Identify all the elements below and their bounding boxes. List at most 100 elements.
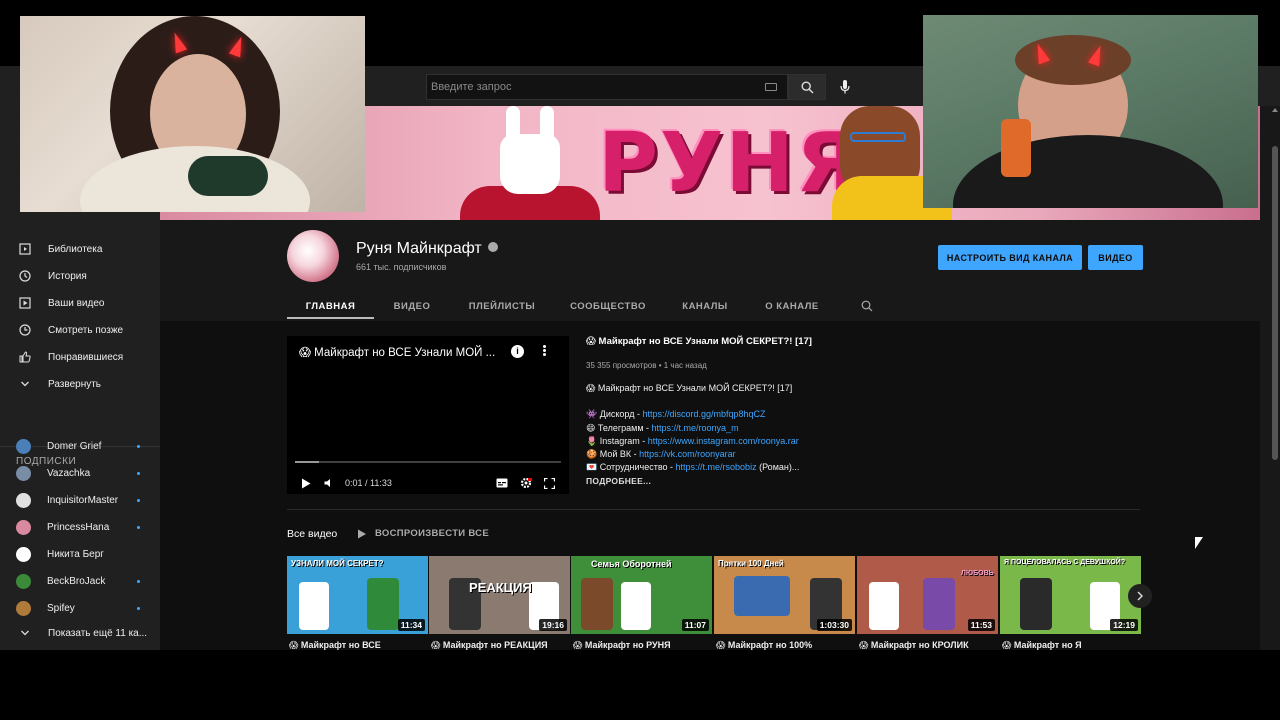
- emoji: 💌: [586, 462, 598, 473]
- sidebar-item-your-videos[interactable]: Ваши видео: [0, 290, 160, 316]
- voice-search-button[interactable]: [834, 76, 856, 98]
- subscription-item[interactable]: BeckBroJack: [0, 568, 160, 594]
- subscription-name: Никита Берг: [47, 548, 104, 560]
- new-content-dot: [137, 526, 140, 529]
- volume-icon: [324, 479, 330, 487]
- tab-playlists[interactable]: ПЛЕЙЛИСТЫ: [457, 292, 547, 320]
- vk-link[interactable]: https://vk.com/roonyarar: [639, 449, 736, 459]
- customize-channel-button[interactable]: НАСТРОИТЬ ВИД КАНАЛА: [938, 245, 1082, 270]
- video-title[interactable]: 😱 Майкрафт но Я: [1002, 640, 1082, 650]
- stream-frame: Библиотека История Ваши видео Смотреть п…: [0, 0, 1280, 720]
- subscription-item[interactable]: Никита Берг: [0, 541, 160, 567]
- sidebar-item-label: Развернуть: [48, 378, 102, 390]
- fullscreen-button[interactable]: [544, 476, 555, 490]
- featured-video-title[interactable]: 😱 Майкрафт но ВСЕ Узнали МОЙ СЕКРЕТ?! [1…: [586, 336, 812, 347]
- featured-video-description: 😱 Майкрафт но ВСЕ Узнали МОЙ СЕКРЕТ?! [1…: [586, 382, 1126, 475]
- tab-search[interactable]: [857, 292, 877, 320]
- shelf-next-button[interactable]: [1128, 584, 1152, 608]
- subscription-item[interactable]: Vazachka: [0, 460, 160, 486]
- video-title[interactable]: 😱 Майкрафт но КРОЛИК: [859, 640, 969, 650]
- subtitles-icon: [496, 478, 508, 488]
- sidebar-item-liked[interactable]: Понравившиеся: [0, 344, 160, 370]
- subtitles-button[interactable]: [496, 476, 508, 490]
- sidebar-item-library[interactable]: Библиотека: [0, 236, 160, 262]
- banner-character-glasses: [850, 132, 906, 142]
- sidebar-item-history[interactable]: История: [0, 263, 160, 289]
- webcam-person-hair: [1015, 35, 1131, 85]
- subscription-name: PrincessHana: [47, 521, 110, 533]
- sidebar-item-watch-later[interactable]: Смотреть позже: [0, 317, 160, 343]
- tab-about[interactable]: О КАНАЛЕ: [757, 292, 827, 320]
- channel-tabs: ГЛАВНАЯ ВИДЕО ПЛЕЙЛИСТЫ СООБЩЕСТВО КАНАЛ…: [287, 292, 1147, 320]
- avatar: [16, 546, 31, 562]
- video-thumbnail[interactable]: Семья Оборотней 11:07: [571, 556, 712, 634]
- description-line: 😱 Майкрафт но ВСЕ Узнали МОЙ СЕКРЕТ?! [1…: [586, 383, 793, 393]
- manage-videos-button[interactable]: ВИДЕО: [1088, 245, 1143, 270]
- progress-bar[interactable]: [295, 461, 561, 463]
- instagram-link[interactable]: https://www.instagram.com/roonya.rar: [648, 436, 799, 446]
- video-thumbnail[interactable]: Я ПОЦЕЛОВАЛАСЬ С ДЕВУШКОЙ? 12:19: [1000, 556, 1141, 634]
- subscription-name: BeckBroJack: [47, 575, 106, 587]
- avatar: [16, 465, 31, 481]
- search-input[interactable]: [427, 75, 757, 99]
- tab-channels[interactable]: КАНАЛЫ: [671, 292, 739, 320]
- new-content-dot: [137, 472, 140, 475]
- keyboard-icon[interactable]: [765, 83, 777, 91]
- gear-icon: [520, 477, 532, 489]
- link-label: Телеграмм -: [597, 422, 652, 433]
- sidebar-item-expand[interactable]: Развернуть: [0, 371, 160, 397]
- play-button[interactable]: [301, 476, 311, 490]
- discord-link[interactable]: https://discord.gg/mbfqp8hqCZ: [642, 409, 765, 419]
- tab-home[interactable]: ГЛАВНАЯ: [287, 292, 374, 320]
- subscription-name: InquisitorMaster: [47, 494, 119, 506]
- search-button[interactable]: [788, 74, 826, 100]
- video-title[interactable]: 😱 Майкрафт но РУНЯ: [573, 640, 671, 650]
- channel-avatar[interactable]: [287, 230, 339, 282]
- page-scrollbar[interactable]: [1270, 106, 1280, 650]
- play-all-button[interactable]: ВОСПРОИЗВЕСТИ ВСЕ: [357, 528, 489, 539]
- subscription-item[interactable]: Spifey: [0, 595, 160, 621]
- scroll-up-arrow[interactable]: [1272, 108, 1278, 112]
- description-link-line: 😄 Телеграмм - https://t.me/roonya_m: [586, 422, 1126, 435]
- avatar: [16, 438, 31, 454]
- settings-button[interactable]: [520, 476, 532, 490]
- tab-videos[interactable]: ВИДЕО: [382, 292, 442, 320]
- subscription-item[interactable]: Domer Grief: [0, 433, 160, 459]
- player-title[interactable]: 😱 Майкрафт но ВСЕ Узнали МОЙ ...: [299, 345, 499, 359]
- video-thumbnail[interactable]: РЕАКЦИЯ 19:16: [429, 556, 570, 634]
- chevron-right-icon: [1137, 591, 1143, 601]
- chevron-down-icon: [18, 377, 32, 391]
- video-title[interactable]: 😱 Майкрафт но ВСЕ: [289, 640, 381, 650]
- search-icon: [800, 80, 813, 93]
- video-title[interactable]: 😱 Майкрафт но 100%: [716, 640, 812, 650]
- video-player[interactable]: 😱 Майкрафт но ВСЕ Узнали МОЙ ... i 0:01 …: [287, 336, 569, 494]
- thumbnail-caption: Прятки 100 Дней: [718, 559, 784, 568]
- collab-link[interactable]: https://t.me/rsobobiz: [676, 462, 757, 472]
- section-title[interactable]: Все видео: [287, 528, 337, 540]
- tab-community[interactable]: СООБЩЕСТВО: [565, 292, 651, 320]
- buffer-fill: [295, 461, 319, 463]
- fullscreen-icon: [544, 477, 555, 489]
- your-videos-icon: [18, 296, 32, 310]
- sidebar-item-label: Понравившиеся: [48, 351, 124, 363]
- info-icon[interactable]: i: [511, 345, 524, 358]
- scrollbar-thumb[interactable]: [1272, 146, 1278, 460]
- telegram-link[interactable]: https://t.me/roonya_m: [652, 423, 739, 433]
- video-thumbnail[interactable]: УЗНАЛИ МОЙ СЕКРЕТ? 11:34: [287, 556, 428, 634]
- sidebar-item-label: Показать ещё 11 ка...: [48, 627, 148, 639]
- avatar: [16, 492, 31, 508]
- video-thumbnail[interactable]: Прятки 100 Дней 1:03:30: [714, 556, 855, 634]
- subscription-item[interactable]: PrincessHana: [0, 514, 160, 540]
- volume-button[interactable]: [324, 476, 334, 490]
- show-more-link[interactable]: ПОДРОБНЕЕ...: [586, 476, 651, 486]
- video-thumbnail[interactable]: ЛЮБОВЬ 11:53: [857, 556, 998, 634]
- video-title[interactable]: 😱 Майкрафт но РЕАКЦИЯ: [431, 640, 548, 650]
- more-vert-icon[interactable]: [541, 344, 547, 358]
- thumbnail-figure: [621, 582, 651, 630]
- show-more-subscriptions[interactable]: Показать ещё 11 ка...: [0, 620, 160, 646]
- description-link-line: 👾 Дискорд - https://discord.gg/mbfqp8hqC…: [586, 408, 1126, 421]
- search-box[interactable]: [426, 74, 788, 100]
- webcam-microphone: [1001, 119, 1031, 177]
- subscription-item[interactable]: InquisitorMaster: [0, 487, 160, 513]
- banner-bunny-mask: [500, 134, 560, 194]
